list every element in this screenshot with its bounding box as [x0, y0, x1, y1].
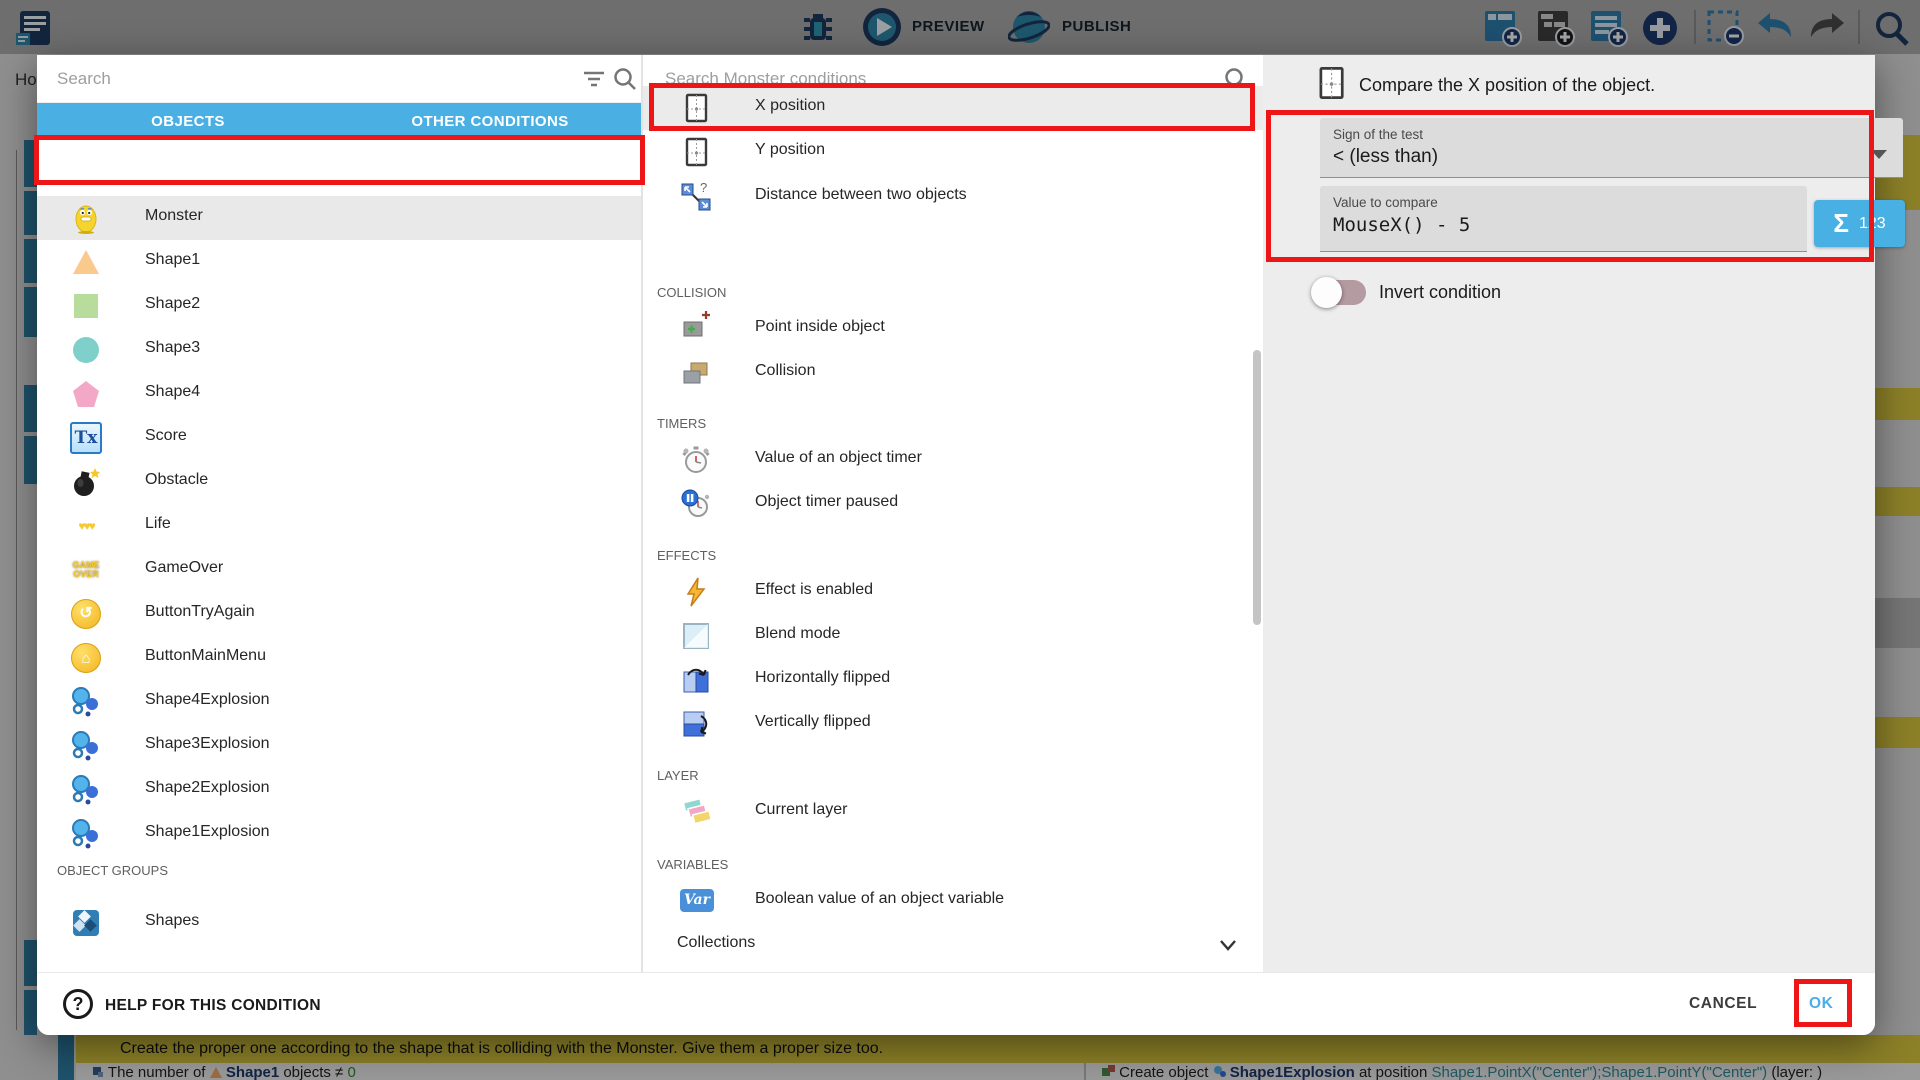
particle-explosion-icon [70, 818, 102, 850]
retry-button-icon: ↺ [71, 599, 101, 629]
object-item-shape4explosion[interactable]: Shape4Explosion [37, 680, 641, 724]
object-item-shape1explosion[interactable]: Shape1Explosion [37, 812, 641, 856]
text-object-icon: Tx [70, 422, 102, 454]
ok-button[interactable]: OK [1809, 995, 1833, 1013]
invert-condition-label: Invert condition [1379, 282, 1501, 303]
bomb-icon [70, 466, 102, 498]
invert-condition-toggle[interactable] [1314, 280, 1366, 305]
section-variables: VARIABLES [657, 857, 728, 872]
condition-item-point-inside[interactable]: Point inside object [643, 307, 1263, 351]
object-item-score[interactable]: Tx Score [37, 416, 641, 460]
sign-of-test-label: Sign of the test [1333, 127, 1423, 142]
tab-objects[interactable]: OBJECTS [37, 103, 339, 139]
distance-icon: ? [680, 181, 712, 213]
objects-search-input[interactable] [57, 65, 497, 93]
particle-explosion-icon [70, 730, 102, 762]
object-item-buttonmainmenu[interactable]: ⌂ ButtonMainMenu [37, 636, 641, 680]
section-timers: TIMERS [657, 416, 706, 431]
object-item-shape1[interactable]: Shape1 [37, 240, 641, 284]
active-tab-indicator [37, 135, 339, 139]
condition-item-collision[interactable]: Collision [643, 351, 1263, 395]
monster-icon [70, 202, 102, 234]
timer-icon [680, 444, 712, 476]
object-item-shape2[interactable]: Shape2 [37, 284, 641, 328]
condition-item-horizontally-flipped[interactable]: Horizontally flipped [643, 658, 1263, 702]
layers-icon [680, 796, 712, 828]
search-icon [612, 66, 638, 92]
particle-explosion-icon [70, 774, 102, 806]
value-to-compare-input[interactable]: Value to compare MouseX() - 5 [1320, 186, 1807, 252]
group-cube-icon [70, 907, 102, 939]
condition-item-distance[interactable]: ? Distance between two objects [643, 175, 1263, 219]
condition-item-timer-paused[interactable]: Object timer paused [643, 482, 1263, 526]
gameover-text-icon: GAMEOVER [70, 554, 102, 586]
condition-item-timer-value[interactable]: Value of an object timer [643, 438, 1263, 482]
object-item-obstacle[interactable]: Obstacle [37, 460, 641, 504]
condition-item-effect-enabled[interactable]: Effect is enabled [643, 570, 1263, 614]
object-item-shape3[interactable]: Shape3 [37, 328, 641, 372]
square-icon [70, 290, 102, 322]
collision-icon [680, 357, 712, 389]
expression-editor-button[interactable]: Σ 123 [1814, 200, 1905, 247]
timer-paused-icon [680, 488, 712, 520]
circle-icon [70, 334, 102, 366]
objects-search-bar [37, 55, 641, 103]
dropdown-arrow-icon [1871, 150, 1887, 159]
object-groups-header: OBJECT GROUPS [57, 863, 168, 878]
hearts-icon: ♥♥♥ [70, 510, 102, 542]
svg-text:?: ? [700, 181, 707, 195]
position-icon [680, 136, 712, 168]
toggle-knob [1311, 277, 1342, 308]
conditions-panel: X position Y position ? Distance between… [643, 55, 1263, 972]
cancel-button[interactable]: CANCEL [1689, 995, 1757, 1013]
condition-item-vertically-flipped[interactable]: Vertically flipped [643, 702, 1263, 746]
sigma-icon: Σ [1833, 208, 1849, 239]
sign-of-test-value: < (less than) [1333, 146, 1438, 168]
help-icon[interactable]: ? [63, 989, 93, 1019]
chevron-down-icon [1218, 935, 1238, 955]
panel-tabs: OBJECTS OTHER CONDITIONS [37, 103, 641, 139]
point-inside-icon [680, 309, 712, 341]
value-to-compare-value: MouseX() - 5 [1333, 214, 1470, 236]
section-effects: EFFECTS [657, 548, 716, 563]
vertical-flip-icon [680, 708, 712, 740]
variable-icon: Var [680, 889, 714, 912]
lightning-icon [680, 576, 712, 608]
condition-item-current-layer[interactable]: Current layer [643, 790, 1263, 834]
value-to-compare-label: Value to compare [1333, 195, 1438, 210]
condition-detail-panel: Compare the X position of the object. Si… [1263, 55, 1875, 972]
filter-icon[interactable] [582, 68, 606, 90]
section-collision: COLLISION [657, 285, 726, 300]
position-icon [680, 92, 712, 124]
home-button-icon: ⌂ [71, 643, 101, 673]
horizontal-flip-icon [680, 664, 712, 696]
blend-mode-icon [680, 620, 712, 652]
condition-editor-dialog: OBJECTS OTHER CONDITIONS Monster Shape1 … [37, 55, 1875, 1035]
object-item-life[interactable]: ♥♥♥ Life [37, 504, 641, 548]
particle-explosion-icon [70, 686, 102, 718]
condition-item-y-position[interactable]: Y position [643, 130, 1263, 174]
object-item-shape3explosion[interactable]: Shape3Explosion [37, 724, 641, 768]
dialog-footer: ? HELP FOR THIS CONDITION CANCEL OK [37, 972, 1875, 1035]
condition-group-collections[interactable]: Collections [643, 923, 1263, 967]
objects-panel: OBJECTS OTHER CONDITIONS Monster Shape1 … [37, 55, 641, 972]
section-layer: LAYER [657, 768, 699, 783]
object-item-monster[interactable]: Monster [37, 196, 641, 240]
object-item-gameover[interactable]: GAMEOVER GameOver [37, 548, 641, 592]
pentagon-icon [70, 378, 102, 410]
sign-of-test-select[interactable]: Sign of the test < (less than) [1320, 118, 1903, 178]
triangle-icon [70, 246, 102, 278]
condition-item-blend-mode[interactable]: Blend mode [643, 614, 1263, 658]
condition-item-boolean-variable[interactable]: Var Boolean value of an object variable [643, 879, 1263, 923]
object-item-shape4[interactable]: Shape4 [37, 372, 641, 416]
object-group-shapes[interactable]: Shapes [37, 901, 641, 945]
object-item-shape2explosion[interactable]: Shape2Explosion [37, 768, 641, 812]
tab-other-conditions[interactable]: OTHER CONDITIONS [339, 103, 641, 139]
condition-title: Compare the X position of the object. [1359, 75, 1655, 96]
object-item-buttontryagain[interactable]: ↺ ButtonTryAgain [37, 592, 641, 636]
position-icon [1313, 65, 1349, 101]
scrollbar-thumb[interactable] [1253, 350, 1261, 625]
condition-item-x-position[interactable]: X position [643, 86, 1263, 130]
help-link[interactable]: HELP FOR THIS CONDITION [105, 997, 321, 1015]
